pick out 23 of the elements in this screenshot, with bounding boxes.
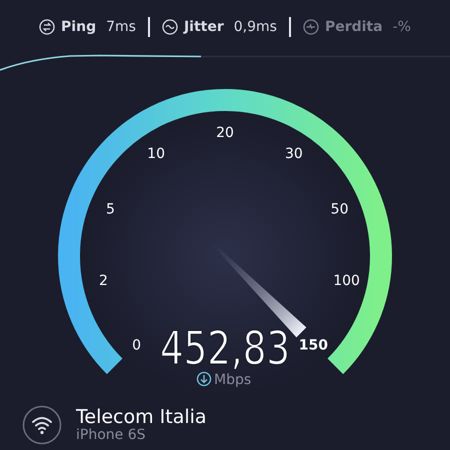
scale-label: 5 — [106, 202, 115, 218]
download-icon — [196, 372, 212, 386]
scale-label: 10 — [147, 146, 166, 162]
provider-name: Telecom Italia — [76, 408, 207, 428]
scale-label: 2 — [98, 273, 108, 290]
wifi-icon — [22, 405, 62, 445]
scale-label: 50 — [330, 202, 349, 218]
stat-value: -% — [392, 19, 411, 35]
scale-label: 20 — [216, 125, 234, 141]
scale-label: 100 — [333, 273, 360, 290]
arrows-icon — [39, 19, 56, 35]
scale-label: 150 — [298, 337, 328, 354]
stat-value: 7ms — [106, 19, 136, 35]
stat-label: Ping — [61, 19, 96, 35]
scale-label: 0 — [132, 337, 142, 354]
device-name: iPhone 6S — [76, 428, 147, 442]
unit-label: Mbps — [214, 372, 252, 388]
stat-label: Jitter — [184, 19, 224, 35]
pulse-icon — [302, 19, 319, 35]
stat-value: 0,9ms — [234, 19, 277, 35]
stat-label: Perdita — [324, 19, 383, 35]
scale-label: 30 — [284, 146, 303, 162]
wave-icon — [162, 19, 178, 35]
